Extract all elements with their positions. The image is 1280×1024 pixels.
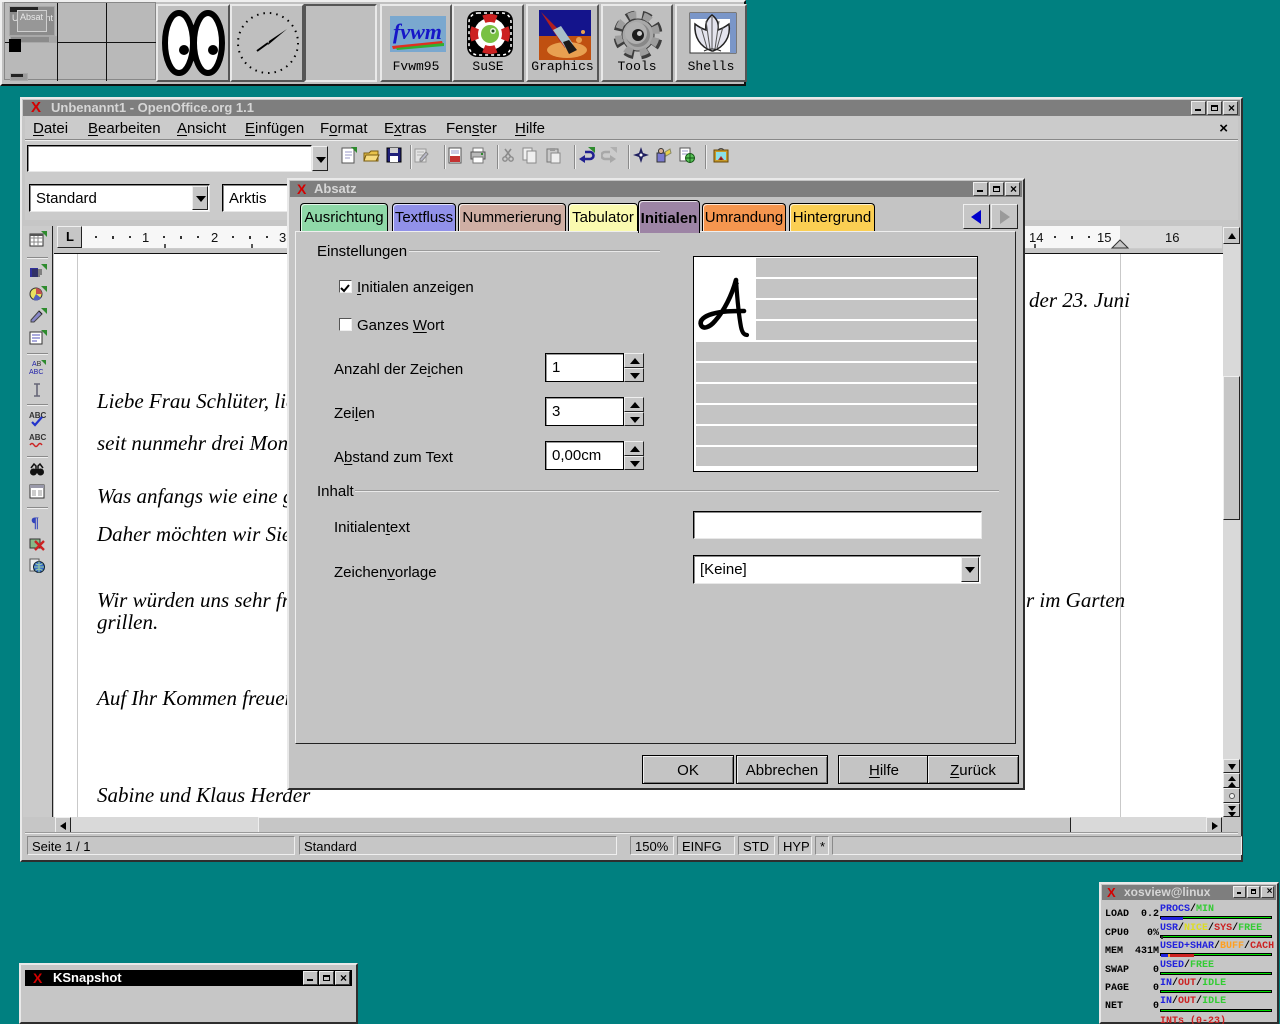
svg-text:fvwm: fvwm [393, 19, 442, 44]
svg-text:¶: ¶ [31, 515, 39, 531]
svg-text:ABC: ABC [29, 369, 43, 376]
svg-text:ABC: ABC [29, 433, 47, 442]
svg-text:ABC: ABC [29, 411, 47, 420]
svg-text:AB: AB [32, 361, 42, 368]
